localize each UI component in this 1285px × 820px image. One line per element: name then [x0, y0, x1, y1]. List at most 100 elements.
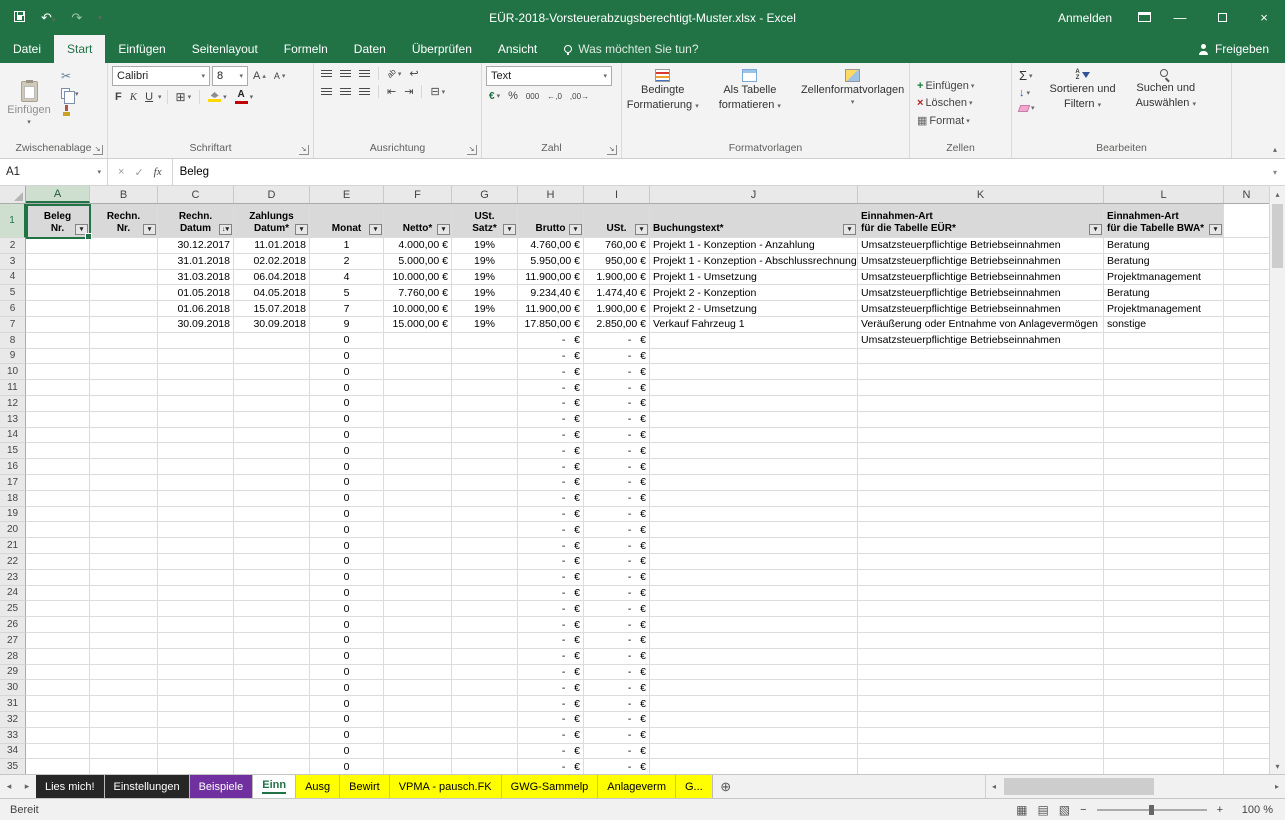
- row-header-17[interactable]: 17: [0, 475, 26, 491]
- filter-button-I[interactable]: ▾: [635, 224, 648, 235]
- cell-B10[interactable]: [90, 364, 158, 380]
- cell-K22[interactable]: [858, 554, 1104, 570]
- cell-H25[interactable]: - €: [518, 601, 584, 617]
- cell-D33[interactable]: [234, 728, 310, 744]
- cell-L22[interactable]: [1104, 554, 1224, 570]
- cell-H35[interactable]: - €: [518, 759, 584, 774]
- row-header-3[interactable]: 3: [0, 254, 26, 270]
- cell-E7[interactable]: 9: [310, 317, 384, 333]
- column-header-E[interactable]: E: [310, 186, 384, 203]
- cell-F34[interactable]: [384, 744, 452, 760]
- cell-J12[interactable]: [650, 396, 858, 412]
- cell-J14[interactable]: [650, 428, 858, 444]
- cell-J10[interactable]: [650, 364, 858, 380]
- format-as-table-button[interactable]: Als Tabelle formatieren ▾: [711, 66, 789, 141]
- cell-N4[interactable]: [1224, 270, 1269, 286]
- filter-button-F[interactable]: ▾: [437, 224, 450, 235]
- cell-I35[interactable]: - €: [584, 759, 650, 774]
- underline-dropdown-icon[interactable]: ▾: [158, 93, 162, 101]
- cell-L23[interactable]: [1104, 570, 1224, 586]
- cell-G9[interactable]: [452, 349, 518, 365]
- cell-K10[interactable]: [858, 364, 1104, 380]
- cell-J25[interactable]: [650, 601, 858, 617]
- cell-H23[interactable]: - €: [518, 570, 584, 586]
- cell-H31[interactable]: - €: [518, 696, 584, 712]
- cell-K15[interactable]: [858, 443, 1104, 459]
- row-header-20[interactable]: 20: [0, 522, 26, 538]
- cell-K30[interactable]: [858, 680, 1104, 696]
- cell-N29[interactable]: [1224, 665, 1269, 681]
- cell-L10[interactable]: [1104, 364, 1224, 380]
- filter-button-E[interactable]: ▾: [369, 224, 382, 235]
- cell-A9[interactable]: [26, 349, 90, 365]
- cell-C23[interactable]: [158, 570, 234, 586]
- cell-C5[interactable]: 01.05.2018: [158, 285, 234, 301]
- cell-K2[interactable]: Umsatzsteuerpflichtige Betriebseinnahmen: [858, 238, 1104, 254]
- cell-A28[interactable]: [26, 649, 90, 665]
- conditional-formatting-button[interactable]: Bedingte Formatierung ▾: [619, 66, 707, 141]
- row-header-29[interactable]: 29: [0, 665, 26, 681]
- cell-G14[interactable]: [452, 428, 518, 444]
- row-header-26[interactable]: 26: [0, 617, 26, 633]
- cell-I32[interactable]: - €: [584, 712, 650, 728]
- cell-C3[interactable]: 31.01.2018: [158, 254, 234, 270]
- cell-I22[interactable]: - €: [584, 554, 650, 570]
- cell-A19[interactable]: [26, 507, 90, 523]
- wrap-text-button[interactable]: ↩: [406, 66, 421, 81]
- cell-F3[interactable]: 5.000,00 €: [384, 254, 452, 270]
- cell-J2[interactable]: Projekt 1 - Konzeption - Anzahlung: [650, 238, 858, 254]
- cell-J34[interactable]: [650, 744, 858, 760]
- cell-N16[interactable]: [1224, 459, 1269, 475]
- cell-C19[interactable]: [158, 507, 234, 523]
- cell-H16[interactable]: - €: [518, 459, 584, 475]
- row-header-2[interactable]: 2: [0, 238, 26, 254]
- column-header-D[interactable]: D: [234, 186, 310, 203]
- align-top-button[interactable]: [318, 69, 335, 79]
- save-button[interactable]: [14, 10, 25, 25]
- cell-J18[interactable]: [650, 491, 858, 507]
- cell-N24[interactable]: [1224, 586, 1269, 602]
- cell-D11[interactable]: [234, 380, 310, 396]
- cell-L34[interactable]: [1104, 744, 1224, 760]
- cell-L29[interactable]: [1104, 665, 1224, 681]
- cell-I12[interactable]: - €: [584, 396, 650, 412]
- cell-E34[interactable]: 0: [310, 744, 384, 760]
- sheet-tab-anlageverm[interactable]: Anlageverm: [598, 775, 676, 798]
- cell-J3[interactable]: Projekt 1 - Konzeption - Abschlussrechnu…: [650, 254, 858, 270]
- cell-G3[interactable]: 19%: [452, 254, 518, 270]
- cell-N19[interactable]: [1224, 507, 1269, 523]
- sheet-nav-right-button[interactable]: ▸: [18, 775, 36, 798]
- cell-B21[interactable]: [90, 538, 158, 554]
- cell-A5[interactable]: [26, 285, 90, 301]
- cell-N31[interactable]: [1224, 696, 1269, 712]
- row-header-5[interactable]: 5: [0, 285, 26, 301]
- row-header-18[interactable]: 18: [0, 491, 26, 507]
- cell-H20[interactable]: - €: [518, 522, 584, 538]
- cell-I26[interactable]: - €: [584, 617, 650, 633]
- filter-button-D[interactable]: ▾: [295, 224, 308, 235]
- cell-K25[interactable]: [858, 601, 1104, 617]
- cell-D14[interactable]: [234, 428, 310, 444]
- cell-I33[interactable]: - €: [584, 728, 650, 744]
- cell-D22[interactable]: [234, 554, 310, 570]
- cell-L35[interactable]: [1104, 759, 1224, 774]
- cell-G18[interactable]: [452, 491, 518, 507]
- row-header-13[interactable]: 13: [0, 412, 26, 428]
- cell-F11[interactable]: [384, 380, 452, 396]
- cell-N25[interactable]: [1224, 601, 1269, 617]
- page-break-view-button[interactable]: ▧: [1059, 803, 1070, 817]
- cancel-button[interactable]: ×: [118, 166, 124, 178]
- cell-E24[interactable]: 0: [310, 586, 384, 602]
- cell-A13[interactable]: [26, 412, 90, 428]
- cell-K23[interactable]: [858, 570, 1104, 586]
- cell-A18[interactable]: [26, 491, 90, 507]
- cell-L26[interactable]: [1104, 617, 1224, 633]
- scroll-left-arrow[interactable]: ◂: [986, 775, 1002, 798]
- tab-formeln[interactable]: Formeln: [271, 35, 341, 63]
- cell-L2[interactable]: Beratung: [1104, 238, 1224, 254]
- cell-A12[interactable]: [26, 396, 90, 412]
- cell-I34[interactable]: - €: [584, 744, 650, 760]
- align-left-button[interactable]: [318, 87, 335, 97]
- cell-N27[interactable]: [1224, 633, 1269, 649]
- cell-L6[interactable]: Projektmanagement: [1104, 301, 1224, 317]
